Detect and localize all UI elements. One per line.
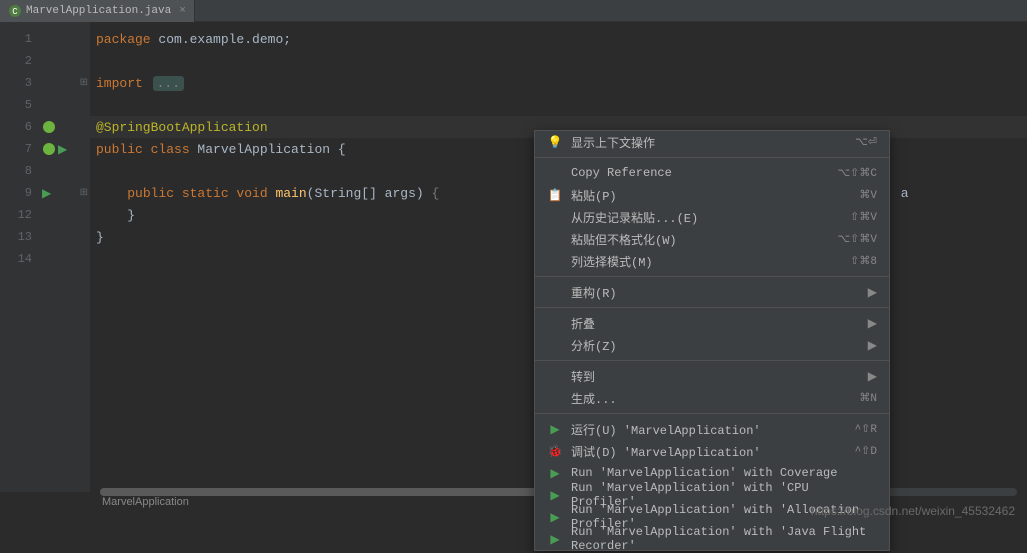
bulb-icon: 💡: [547, 135, 563, 150]
menu-debug[interactable]: 🐞调试(D) 'MarvelApplication'^⇧D: [535, 440, 889, 462]
code-line: import ...: [90, 72, 1027, 94]
tab-filename: MarvelApplication.java: [26, 5, 171, 17]
line-number: 2: [0, 54, 40, 68]
menu-separator: [535, 157, 889, 158]
line-number: 6: [0, 120, 40, 134]
line-number: 13: [0, 230, 40, 244]
line-number: 14: [0, 252, 40, 266]
menu-goto[interactable]: 转到▶: [535, 365, 889, 387]
watermark: https://blog.csdn.net/weixin_45532462: [811, 504, 1015, 518]
run-icon: ▶: [547, 422, 563, 437]
fold-icon[interactable]: ⊞: [80, 187, 88, 199]
file-tab[interactable]: C MarvelApplication.java ×: [0, 0, 195, 22]
menu-paste-plain[interactable]: 粘贴但不格式化(W)⌥⇧⌘V: [535, 228, 889, 250]
menu-copy-reference[interactable]: Copy Reference⌥⇧⌘C: [535, 162, 889, 184]
chevron-right-icon: ▶: [868, 285, 877, 300]
menu-separator: [535, 276, 889, 277]
menu-separator: [535, 413, 889, 414]
line-number: 5: [0, 98, 40, 112]
menu-separator: [535, 360, 889, 361]
context-menu: 💡 显示上下文操作 ⌥⏎ Copy Reference⌥⇧⌘C 📋粘贴(P)⌘V…: [534, 130, 890, 551]
folded-region[interactable]: ...: [153, 76, 184, 91]
breadcrumb[interactable]: MarvelApplication: [90, 492, 201, 512]
code-line: package com.example.demo;: [90, 28, 1027, 50]
svg-text:C: C: [12, 7, 18, 17]
line-number: 12: [0, 208, 40, 222]
close-tab-icon[interactable]: ×: [179, 5, 186, 17]
java-class-icon: C: [8, 4, 22, 18]
line-number: 7: [0, 142, 40, 156]
chevron-right-icon: ▶: [868, 369, 877, 384]
coverage-icon: ▶: [547, 466, 563, 481]
profiler-icon: ▶: [547, 488, 563, 503]
spring-boot-icon[interactable]: [42, 142, 56, 156]
line-number: 1: [0, 32, 40, 46]
gutter: 1 2 3 ⊞ 5 6 7 ▶ 8 9 ▶ ⊞ 12 13 14: [0, 22, 90, 492]
line-number: 9: [0, 186, 40, 200]
debug-icon: 🐞: [547, 444, 563, 459]
profiler-icon: ▶: [547, 532, 563, 547]
menu-analyze[interactable]: 分析(Z)▶: [535, 334, 889, 356]
tab-bar: C MarvelApplication.java ×: [0, 0, 1027, 22]
menu-run[interactable]: ▶运行(U) 'MarvelApplication'^⇧R: [535, 418, 889, 440]
run-gutter-icon[interactable]: ▶: [42, 186, 51, 201]
menu-paste-history[interactable]: 从历史记录粘贴...(E)⇧⌘V: [535, 206, 889, 228]
menu-fold[interactable]: 折叠▶: [535, 312, 889, 334]
chevron-right-icon: ▶: [868, 338, 877, 353]
code-line: [90, 50, 1027, 72]
menu-run-jfr[interactable]: ▶Run 'MarvelApplication' with 'Java Flig…: [535, 528, 889, 550]
spring-boot-icon[interactable]: [42, 120, 56, 134]
menu-generate[interactable]: 生成...⌘N: [535, 387, 889, 409]
clipboard-icon: 📋: [547, 188, 563, 203]
fold-icon[interactable]: ⊞: [80, 77, 88, 89]
line-number: 3: [0, 76, 40, 90]
run-gutter-icon[interactable]: ▶: [58, 142, 67, 157]
menu-refactor[interactable]: 重构(R)▶: [535, 281, 889, 303]
code-line: [90, 94, 1027, 116]
menu-column-select[interactable]: 列选择模式(M)⇧⌘8: [535, 250, 889, 272]
line-number: 8: [0, 164, 40, 178]
menu-paste[interactable]: 📋粘贴(P)⌘V: [535, 184, 889, 206]
profiler-icon: ▶: [547, 510, 563, 525]
menu-show-context-actions[interactable]: 💡 显示上下文操作 ⌥⏎: [535, 131, 889, 153]
menu-separator: [535, 307, 889, 308]
chevron-right-icon: ▶: [868, 316, 877, 331]
